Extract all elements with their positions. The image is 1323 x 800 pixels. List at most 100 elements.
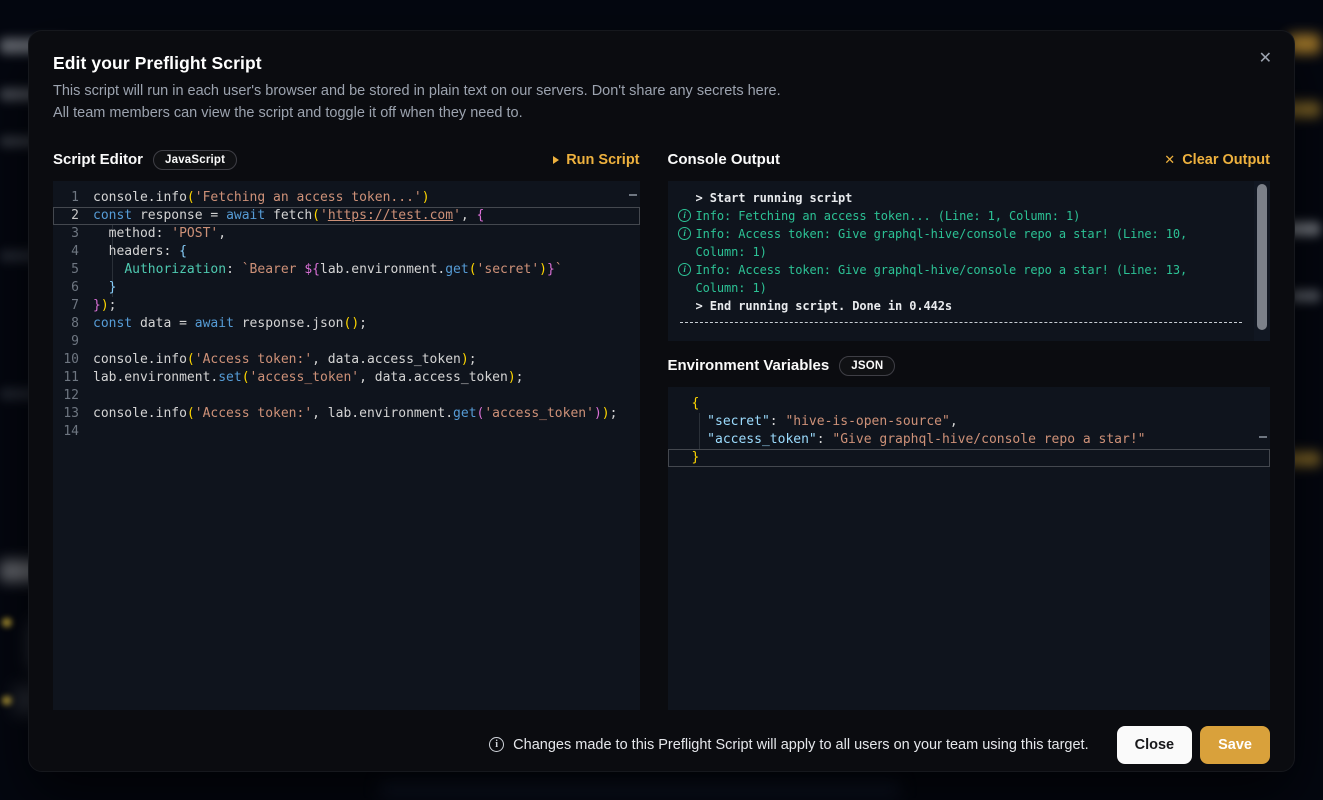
modal-body: Script Editor JavaScript Run Script 1con… bbox=[53, 147, 1270, 710]
line-number: 3 bbox=[53, 225, 93, 243]
code-token: 'Access token:' bbox=[195, 351, 312, 369]
code-line[interactable]: } bbox=[668, 449, 1270, 467]
code-line[interactable]: 14 bbox=[53, 423, 640, 441]
close-icon[interactable]: ✕ bbox=[1253, 45, 1278, 73]
code-token: : bbox=[817, 431, 833, 449]
code-line[interactable]: 3 method: 'POST', bbox=[53, 225, 640, 243]
code-token: ' bbox=[453, 207, 461, 225]
code-token: ) bbox=[508, 369, 516, 387]
environment-variables-header: Environment Variables JSON bbox=[668, 353, 1270, 379]
script-editor-section: Script Editor JavaScript Run Script 1con… bbox=[53, 147, 640, 710]
code-token: 'Access token:' bbox=[195, 405, 312, 423]
code-line[interactable]: 11lab.environment.set('access_token', da… bbox=[53, 369, 640, 387]
code-token bbox=[692, 431, 708, 449]
code-token: ( bbox=[312, 207, 320, 225]
run-script-button[interactable]: Run Script bbox=[553, 152, 639, 168]
code-line[interactable]: { bbox=[668, 395, 1270, 413]
code-token: ( bbox=[469, 261, 477, 279]
clear-output-button[interactable]: ✕ Clear Output bbox=[1164, 152, 1270, 168]
code-token: get bbox=[453, 405, 476, 423]
console-scrollbar-thumb[interactable] bbox=[1257, 184, 1267, 330]
code-token: ; bbox=[359, 315, 367, 333]
modal-description-line1: This script will run in each user's brow… bbox=[53, 81, 1270, 103]
close-button[interactable]: Close bbox=[1117, 726, 1193, 764]
code-token bbox=[692, 413, 708, 431]
code-token: : bbox=[226, 261, 242, 279]
code-token: get bbox=[445, 261, 468, 279]
code-token: ) bbox=[539, 261, 547, 279]
code-token: `Bearer bbox=[242, 261, 305, 279]
modal-footer: i Changes made to this Preflight Script … bbox=[53, 725, 1270, 765]
info-circle-icon: i bbox=[678, 263, 691, 276]
script-editor-header: Script Editor JavaScript Run Script bbox=[53, 147, 640, 173]
code-line[interactable]: 7}); bbox=[53, 297, 640, 315]
code-token: "secret" bbox=[707, 413, 770, 431]
code-line[interactable]: 13console.info('Access token:', lab.envi… bbox=[53, 405, 640, 423]
console-header: Console Output ✕ Clear Output bbox=[668, 147, 1270, 173]
clear-icon: ✕ bbox=[1164, 152, 1175, 168]
code-line[interactable]: 12 bbox=[53, 387, 640, 405]
code-token: { bbox=[692, 395, 700, 413]
script-editor-title: Script Editor bbox=[53, 151, 143, 168]
code-token: console.info bbox=[93, 351, 187, 369]
environment-variables-title: Environment Variables bbox=[668, 357, 830, 374]
console-separator bbox=[680, 322, 1242, 323]
code-token: Authorization bbox=[124, 261, 226, 279]
code-line[interactable]: 10console.info('Access token:', data.acc… bbox=[53, 351, 640, 369]
code-token: await bbox=[226, 207, 265, 225]
code-token: ( bbox=[187, 405, 195, 423]
code-line[interactable]: "access_token": "Give graphql-hive/conso… bbox=[668, 431, 1270, 449]
script-editor-code[interactable]: 1console.info('Fetching an access token.… bbox=[53, 181, 640, 710]
info-circle-icon: i bbox=[674, 207, 696, 225]
code-token: { bbox=[477, 207, 485, 225]
code-line[interactable]: "secret": "hive-is-open-source", bbox=[668, 413, 1270, 431]
console-entry-text: Info: Fetching an access token... (Line:… bbox=[696, 207, 1244, 225]
code-token: data = bbox=[132, 315, 195, 333]
code-line[interactable]: 9 bbox=[53, 333, 640, 351]
javascript-badge: JavaScript bbox=[153, 150, 237, 170]
info-icon: i bbox=[489, 737, 504, 752]
code-token: set bbox=[218, 369, 241, 387]
code-token: ` bbox=[555, 261, 563, 279]
code-token: https://test.com bbox=[328, 207, 453, 225]
info-circle-icon: i bbox=[674, 225, 696, 261]
code-token: } bbox=[109, 279, 117, 297]
code-token: response.json bbox=[234, 315, 344, 333]
code-line[interactable]: 6 } bbox=[53, 279, 640, 297]
line-number: 9 bbox=[53, 333, 93, 351]
code-token: ; bbox=[109, 297, 117, 315]
json-badge: JSON bbox=[839, 356, 895, 376]
line-number: 6 bbox=[53, 279, 93, 297]
console-entry: iInfo: Access token: Give graphql-hive/c… bbox=[674, 225, 1244, 261]
code-token: , lab.environment. bbox=[312, 405, 453, 423]
code-token: ( bbox=[477, 405, 485, 423]
save-button[interactable]: Save bbox=[1200, 726, 1270, 764]
console-entry: i Info: Fetching an access token... (Line… bbox=[674, 207, 1244, 225]
footer-note: Changes made to this Preflight Script wi… bbox=[513, 737, 1088, 753]
code-line[interactable]: 4 headers: { bbox=[53, 243, 640, 261]
code-token: ; bbox=[516, 369, 524, 387]
code-line[interactable]: 2const response = await fetch('https://t… bbox=[53, 207, 640, 225]
code-token: method: bbox=[93, 225, 171, 243]
code-token: ' bbox=[320, 207, 328, 225]
console-entry-text: Info: Access token: Give graphql-hive/co… bbox=[696, 261, 1244, 297]
code-token: await bbox=[195, 315, 234, 333]
code-token: ( bbox=[343, 315, 351, 333]
console-entry-text: Info: Access token: Give graphql-hive/co… bbox=[696, 225, 1244, 261]
line-number: 12 bbox=[53, 387, 93, 405]
line-number: 7 bbox=[53, 297, 93, 315]
console-entry: > End running script. Done in 0.442s bbox=[674, 297, 1244, 315]
code-token: , bbox=[218, 225, 226, 243]
info-circle-icon: i bbox=[678, 209, 691, 222]
environment-variables-editor[interactable]: { "secret": "hive-is-open-source", "acce… bbox=[668, 387, 1270, 710]
run-script-label: Run Script bbox=[566, 152, 639, 168]
code-token: response = bbox=[132, 207, 226, 225]
console-section: Console Output ✕ Clear Output > Start ru… bbox=[668, 147, 1270, 710]
code-token: } bbox=[547, 261, 555, 279]
code-line[interactable]: 5 Authorization: `Bearer ${lab.environme… bbox=[53, 261, 640, 279]
code-line[interactable]: 8const data = await response.json(); bbox=[53, 315, 640, 333]
code-token: } bbox=[692, 449, 700, 467]
code-token: ) bbox=[602, 405, 610, 423]
code-line[interactable]: 1console.info('Fetching an access token.… bbox=[53, 189, 640, 207]
console-scrollbar-track[interactable] bbox=[1254, 181, 1270, 341]
